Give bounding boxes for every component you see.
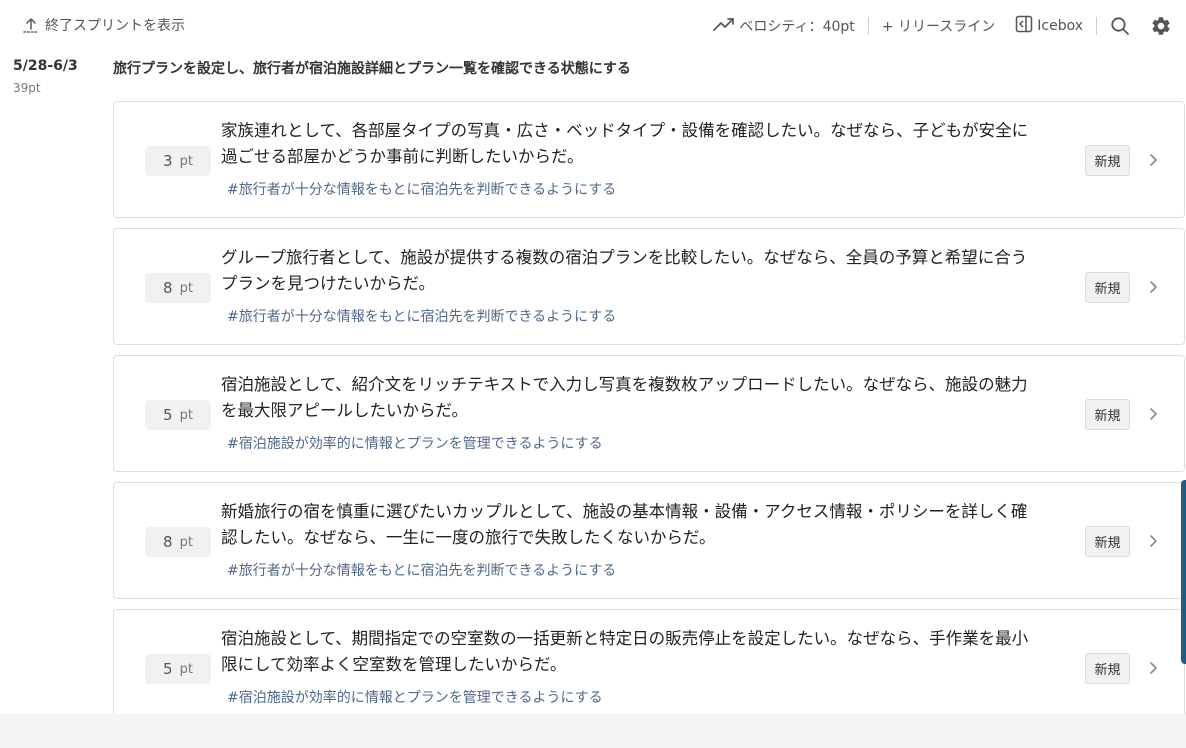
story-points-unit: pt xyxy=(179,661,193,677)
story-points-value: 5 xyxy=(163,406,173,424)
story-points-badge[interactable]: 5 pt xyxy=(145,400,211,430)
bottom-gutter xyxy=(0,714,1186,748)
story-card[interactable]: 3 pt 家族連れとして、各部屋タイプの写真・広さ・ベッドタイプ・設備を確認した… xyxy=(113,101,1185,218)
chevron-right-icon[interactable] xyxy=(1147,405,1161,423)
icebox-label: Icebox xyxy=(1037,18,1083,34)
status-badge[interactable]: 新規 xyxy=(1085,526,1130,557)
story-points-unit: pt xyxy=(179,153,193,169)
upload-icon xyxy=(22,16,40,34)
story-points-badge[interactable]: 3 pt xyxy=(145,146,211,176)
story-epic-tag[interactable]: #旅行者が十分な情報をもとに宿泊先を判断できるようにする xyxy=(227,306,616,326)
story-epic-tag[interactable]: #宿泊施設が効率的に情報とプランを管理できるようにする xyxy=(227,433,603,453)
show-finished-sprints-button[interactable]: 終了スプリントを表示 xyxy=(22,15,185,35)
velocity-label: ベロシティ：40pt xyxy=(739,19,855,35)
side-panel-handle[interactable] xyxy=(1181,480,1186,664)
search-icon[interactable] xyxy=(1110,16,1130,36)
story-card[interactable]: 5 pt 宿泊施設として、期間指定での空室数の一括更新と特定日の販売停止を設定し… xyxy=(113,609,1185,714)
chevron-right-icon[interactable] xyxy=(1147,659,1161,677)
divider xyxy=(867,17,869,35)
divider xyxy=(1096,17,1097,35)
backlog-page: 終了スプリントを表示 ベロシティ：40pt + リリースライン Icebox 5… xyxy=(0,0,1186,714)
status-badge[interactable]: 新規 xyxy=(1085,399,1130,430)
release-line-button[interactable]: + リリースライン xyxy=(882,16,995,36)
story-title: グループ旅行者として、施設が提供する複数の宿泊プランを比較したい。なぜなら、全員… xyxy=(221,248,1028,293)
chevron-right-icon[interactable] xyxy=(1147,532,1161,550)
story-points-value: 3 xyxy=(163,152,173,170)
story-card[interactable]: 8 pt グループ旅行者として、施設が提供する複数の宿泊プランを比較したい。なぜ… xyxy=(113,228,1185,345)
story-points-value: 5 xyxy=(163,660,173,678)
story-points-badge[interactable]: 8 pt xyxy=(145,273,211,303)
story-points-unit: pt xyxy=(179,280,193,296)
story-title: 新婚旅行の宿を慎重に選びたいカップルとして、施設の基本情報・設備・アクセス情報・… xyxy=(221,502,1028,547)
sprint-goal: 旅行プランを設定し、旅行者が宿泊施設詳細とプラン一覧を確認できる状態にする xyxy=(113,61,631,77)
story-points-badge[interactable]: 8 pt xyxy=(145,527,211,557)
story-title: 宿泊施設として、紹介文をリッチテキストで入力し写真を複数枚アップロードしたい。な… xyxy=(221,375,1028,420)
status-badge[interactable]: 新規 xyxy=(1085,145,1130,176)
show-finished-sprints-label: 終了スプリントを表示 xyxy=(45,18,185,34)
story-points-badge[interactable]: 5 pt xyxy=(145,654,211,684)
velocity-button[interactable]: ベロシティ：40pt xyxy=(713,16,855,36)
story-title: 家族連れとして、各部屋タイプの写真・広さ・ベッドタイプ・設備を確認したい。なぜな… xyxy=(221,121,1029,166)
gear-icon[interactable] xyxy=(1150,15,1172,37)
story-points-value: 8 xyxy=(163,533,173,551)
story-card[interactable]: 5 pt 宿泊施設として、紹介文をリッチテキストで入力し写真を複数枚アップロード… xyxy=(113,355,1185,472)
story-epic-tag[interactable]: #旅行者が十分な情報をもとに宿泊先を判断できるようにする xyxy=(227,560,616,580)
icebox-panel-icon xyxy=(1015,15,1033,37)
icebox-button[interactable]: Icebox xyxy=(1015,15,1083,37)
status-badge[interactable]: 新規 xyxy=(1085,653,1130,684)
story-title: 宿泊施設として、期間指定での空室数の一括更新と特定日の販売停止を設定したい。なぜ… xyxy=(221,629,1029,674)
chevron-right-icon[interactable] xyxy=(1147,278,1161,296)
status-badge[interactable]: 新規 xyxy=(1085,272,1130,303)
chevron-right-icon[interactable] xyxy=(1147,151,1161,169)
story-card[interactable]: 8 pt 新婚旅行の宿を慎重に選びたいカップルとして、施設の基本情報・設備・アク… xyxy=(113,482,1185,599)
story-points-value: 8 xyxy=(163,279,173,297)
story-epic-tag[interactable]: #旅行者が十分な情報をもとに宿泊先を判断できるようにする xyxy=(227,179,616,199)
story-points-unit: pt xyxy=(179,407,193,423)
release-line-label: + リリースライン xyxy=(881,19,996,35)
story-points-unit: pt xyxy=(179,534,193,550)
sprint-date-range: 5/28-6/3 xyxy=(13,58,78,74)
story-epic-tag[interactable]: #宿泊施設が効率的に情報とプランを管理できるようにする xyxy=(227,687,603,707)
trend-up-icon xyxy=(713,16,735,36)
sprint-points: 39pt xyxy=(13,81,41,95)
top-bar: 終了スプリントを表示 ベロシティ：40pt + リリースライン Icebox xyxy=(0,0,1186,52)
